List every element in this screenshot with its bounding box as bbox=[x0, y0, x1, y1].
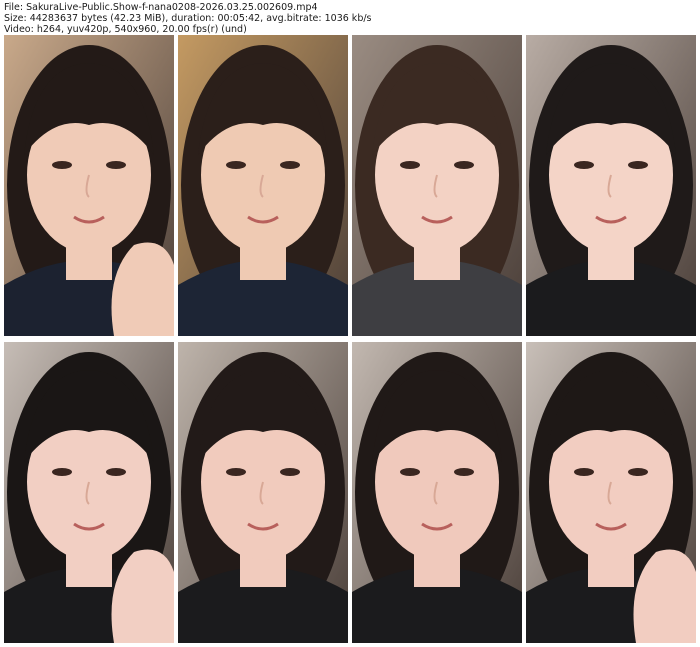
portrait-image bbox=[178, 35, 348, 336]
file-size-line: Size: 44283637 bytes (42.23 MiB), durati… bbox=[4, 13, 372, 24]
video-frame-thumbnail bbox=[526, 342, 696, 643]
video-frame-thumbnail bbox=[352, 35, 522, 336]
file-info-header: File: SakuraLive-Public.Show-f-nana0208-… bbox=[4, 2, 696, 35]
video-frame-thumbnail bbox=[4, 342, 174, 643]
portrait-image bbox=[352, 35, 522, 336]
video-frame-thumbnail bbox=[352, 342, 522, 643]
portrait-image bbox=[4, 35, 174, 336]
video-frame-thumbnail bbox=[526, 35, 696, 336]
portrait-image bbox=[4, 342, 174, 643]
video-frame-thumbnail bbox=[178, 342, 348, 643]
video-codec-line: Video: h264, yuv420p, 540x960, 20.00 fps… bbox=[4, 24, 247, 35]
thumbnail-grid bbox=[4, 35, 696, 643]
portrait-image bbox=[178, 342, 348, 643]
portrait-image bbox=[526, 342, 696, 643]
file-name-line: File: SakuraLive-Public.Show-f-nana0208-… bbox=[4, 2, 318, 13]
video-frame-thumbnail bbox=[4, 35, 174, 336]
video-frame-thumbnail bbox=[178, 35, 348, 336]
portrait-image bbox=[352, 342, 522, 643]
portrait-image bbox=[526, 35, 696, 336]
